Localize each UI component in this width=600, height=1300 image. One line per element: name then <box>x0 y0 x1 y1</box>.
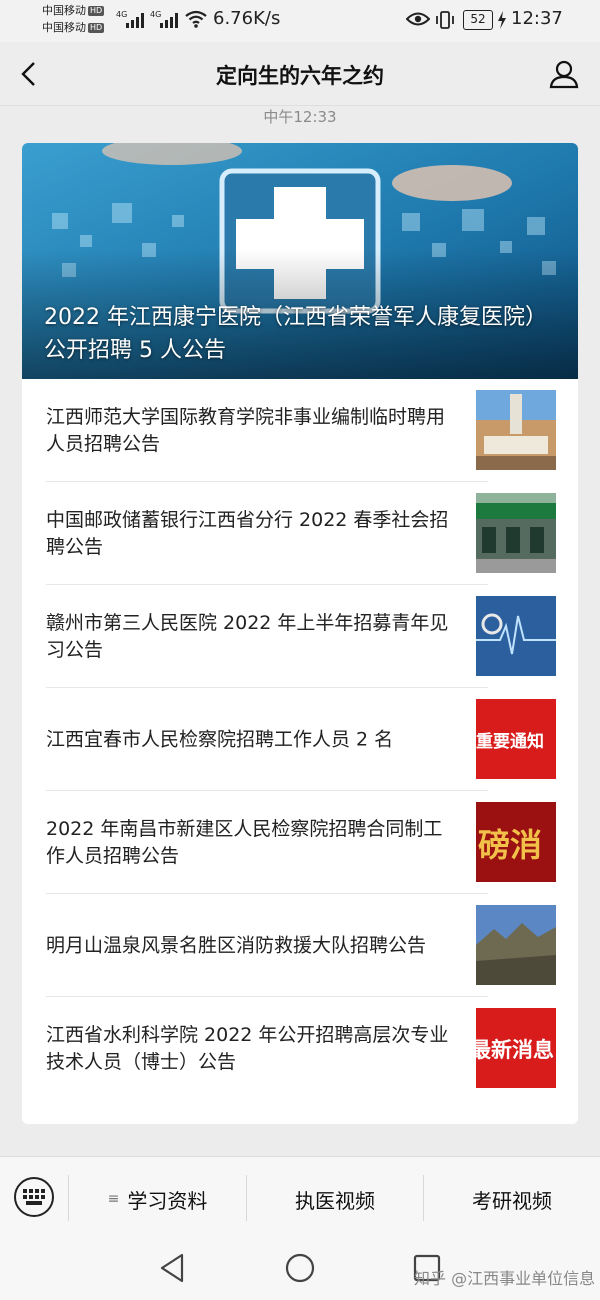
wifi-icon <box>185 10 207 28</box>
menu-label: 学习资料 <box>127 1188 208 1213</box>
article-title: 赣州市第三人民医院 2022 年上半年招募青年见习公告 <box>46 611 449 661</box>
article-title: 中国邮政储蓄银行江西省分行 2022 春季社会招聘公告 <box>46 508 449 558</box>
carrier-2: 中国移动 HD <box>42 21 105 34</box>
status-bar: 中国移动 HD 中国移动 HD 4G 4G 6.76K/s 52 12:37 <box>0 0 600 42</box>
article-thumbnail <box>476 390 556 470</box>
article-title: 江西师范大学国际教育学院非事业编制临时聘用人员招聘公告 <box>46 405 446 455</box>
nav-home-icon[interactable] <box>285 1253 315 1283</box>
network-speed: 6.76K/s <box>213 8 281 29</box>
menu-doctor-videos[interactable]: 执医视频 <box>247 1157 423 1241</box>
clock: 12:37 <box>511 8 563 29</box>
thumbnail-text: 磅消 <box>478 826 543 864</box>
menu-study-materials[interactable]: ≡ 学习资料 <box>69 1157 246 1241</box>
message-timestamp: 中午12:33 <box>263 108 337 126</box>
hero-article[interactable]: 2022 年江西康宁医院（江西省荣誉军人康复医院）公开招聘 5 人公告 <box>22 143 578 379</box>
chat-header: 定向生的六年之约 <box>0 42 600 106</box>
watermark: 知乎 @江西事业单位信息 <box>414 1269 596 1288</box>
article-thumbnail: 磅消 <box>476 802 556 882</box>
article-item[interactable]: 中国邮政储蓄银行江西省分行 2022 春季社会招聘公告 <box>46 482 556 585</box>
battery-icon: 52 <box>463 10 493 30</box>
keyboard-icon[interactable] <box>14 1177 54 1217</box>
menu-postgrad-videos[interactable]: 考研视频 <box>424 1157 600 1241</box>
article-thumbnail <box>476 905 556 985</box>
article-thumbnail: 重要通知 <box>476 699 556 779</box>
page-title: 定向生的六年之约 <box>216 64 384 88</box>
thumbnail-text: 重要通知 <box>476 732 544 752</box>
article-item[interactable]: 2022 年南昌市新建区人民检察院招聘合同制工作人员招聘公告 磅消 <box>46 791 556 894</box>
bottom-menu: ≡ 学习资料 执医视频 考研视频 <box>0 1156 600 1240</box>
signal-1-icon: 4G <box>116 8 148 30</box>
article-item[interactable]: 江西省水利科学院 2022 年公开招聘高层次专业技术人员（博士）公告 最新消息 <box>46 997 556 1100</box>
article-title: 江西省水利科学院 2022 年公开招聘高层次专业技术人员（博士）公告 <box>46 1023 449 1073</box>
article-title: 2022 年南昌市新建区人民检察院招聘合同制工作人员招聘公告 <box>46 817 443 867</box>
article-title: 明月山温泉风景名胜区消防救援大队招聘公告 <box>46 934 427 956</box>
article-item[interactable]: 赣州市第三人民医院 2022 年上半年招募青年见习公告 <box>46 585 556 688</box>
thumbnail-text: 最新消息 <box>476 1038 554 1062</box>
menu-lines-icon: ≡ <box>107 1191 120 1207</box>
menu-label: 执医视频 <box>295 1188 375 1213</box>
article-card: 2022 年江西康宁医院（江西省荣誉军人康复医院）公开招聘 5 人公告 江西师范… <box>22 143 578 1124</box>
nav-back-icon[interactable] <box>158 1252 186 1284</box>
article-thumbnail <box>476 596 556 676</box>
vibrate-icon <box>436 11 454 29</box>
article-item[interactable]: 明月山温泉风景名胜区消防救援大队招聘公告 <box>46 894 556 997</box>
article-item[interactable]: 江西师范大学国际教育学院非事业编制临时聘用人员招聘公告 <box>46 379 556 482</box>
article-title: 江西宜春市人民检察院招聘工作人员 2 名 <box>46 728 394 750</box>
carrier-1: 中国移动 HD <box>42 4 105 17</box>
charging-icon <box>498 11 506 29</box>
menu-label: 考研视频 <box>472 1188 552 1213</box>
article-item[interactable]: 江西宜春市人民检察院招聘工作人员 2 名 重要通知 <box>46 688 556 791</box>
eye-icon <box>406 12 430 26</box>
article-thumbnail: 最新消息 <box>476 1008 556 1088</box>
article-thumbnail <box>476 493 556 573</box>
signal-2-icon: 4G <box>150 8 182 30</box>
profile-icon[interactable] <box>548 58 580 90</box>
hero-title: 2022 年江西康宁医院（江西省荣誉军人康复医院）公开招聘 5 人公告 <box>44 305 547 363</box>
